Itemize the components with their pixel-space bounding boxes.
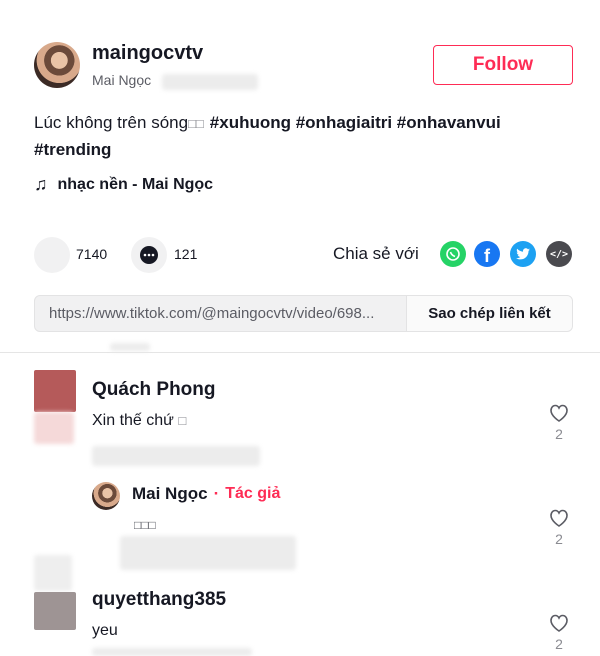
commenter-avatar[interactable] [34,592,76,630]
embed-icon[interactable]: </> [546,241,572,267]
comment-text-body: Xin thế chứ [92,412,174,429]
facebook-icon[interactable]: f [474,241,500,267]
comment-icon [140,246,158,264]
blurred-avatar-area [34,412,74,444]
author-username[interactable]: maingocvtv [92,42,203,65]
like-count: 7140 [76,246,108,262]
reply-like[interactable]: 2 [549,509,569,547]
comment-button[interactable] [131,237,167,273]
reply-separator: · [213,484,220,503]
share-label: Chia sẻ với [333,244,419,263]
author-avatar[interactable] [34,42,80,88]
heart-outline-icon [550,614,568,632]
video-url[interactable]: https://www.tiktok.com/@maingocvtv/video… [35,296,406,331]
music-row[interactable]: ♫ nhạc nền - Mai Ngọc [34,174,213,195]
comment-count: 121 [174,246,198,262]
hashtag-trending[interactable]: #trending [34,140,111,159]
commenter-avatar[interactable] [34,370,76,412]
comment-like-count: 2 [555,636,563,652]
section-divider [0,352,600,353]
reply-like-count: 2 [555,531,563,547]
comment-text: Xin thế chứ □ [92,412,186,430]
comment-text: yeu [92,622,118,639]
hashtags-line1[interactable]: #xuhuong #onhagiaitri #onhavanvui [210,113,501,132]
follow-button[interactable]: Follow [433,45,573,85]
blurred-meta [162,74,258,90]
blurred-comment-meta [92,648,252,656]
music-title: nhạc nền - Mai Ngọc [57,175,214,193]
reply-username[interactable]: Mai Ngọc [132,484,208,504]
like-button[interactable] [34,237,70,273]
comment-username[interactable]: Quách Phong [92,379,216,401]
blurred-reply-meta [120,536,296,570]
copy-link-button[interactable]: Sao chép liên kết [406,296,572,331]
blurred-fragment [110,343,150,351]
author-badge: Tác giả [225,485,281,502]
caption-text: Lúc không trên sóng [34,113,189,132]
comment-like[interactable]: 2 [549,404,569,442]
whatsapp-icon[interactable] [440,241,466,267]
comment-like-count: 2 [555,426,563,442]
post-caption: Lúc không trên sóng□□ #xuhuong #onhagiait… [34,110,574,163]
blurred-comment-meta [92,446,260,466]
heart-outline-icon [550,404,568,422]
reply-header: Mai Ngọc · Tác giả [132,484,280,504]
comment-like[interactable]: 2 [549,614,569,652]
reply-avatar[interactable] [92,482,120,510]
author-display-name: Mai Ngọc [92,72,152,88]
share-link-box: https://www.tiktok.com/@maingocvtv/video… [34,295,573,332]
twitter-icon[interactable] [510,241,536,267]
caption-emoji: □□ [188,116,204,131]
blurred-avatar-top [34,555,72,591]
comment-emoji: □ [178,413,187,428]
comment-username[interactable]: quyetthang385 [92,589,226,611]
heart-outline-icon [550,509,568,527]
music-note-icon: ♫ [34,174,48,194]
reply-text: □□□ [134,518,156,532]
